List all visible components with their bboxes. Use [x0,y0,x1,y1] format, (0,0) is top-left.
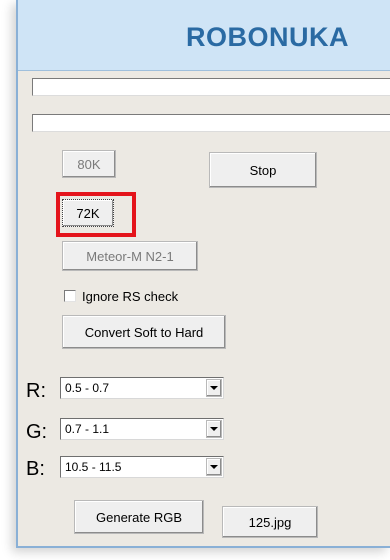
selection-highlight [56,192,136,237]
r-range-value: 0.5 - 0.7 [65,381,110,395]
convert-soft-to-hard-button[interactable]: Convert Soft to Hard [62,315,226,349]
chevron-down-icon[interactable] [206,420,222,438]
r-label: R: [26,380,46,402]
header-banner: ROBONUKA [18,0,390,71]
chevron-down-icon[interactable] [206,458,222,476]
app-title: ROBONUKA [186,22,349,52]
ignore-rs-option[interactable]: Ignore RS check [64,287,178,305]
status-field-1[interactable] [32,78,390,96]
b-label: B: [26,458,45,480]
g-label: G: [26,421,48,443]
image-file-button[interactable]: 125.jpg [222,506,318,538]
meteor-m-button[interactable]: Meteor-M N2-1 [62,241,198,271]
stop-button[interactable]: Stop [209,152,317,188]
g-range-value: 0.7 - 1.1 [65,422,110,436]
g-range-select[interactable]: 0.7 - 1.1 [60,418,224,440]
ignore-rs-checkbox[interactable] [64,290,76,302]
app-window: ROBONUKA 80K Stop 72K Meteor-M N2-1 Igno… [16,0,390,548]
b-range-value: 10.5 - 11.5 [65,460,122,474]
status-field-2[interactable] [32,114,390,132]
ignore-rs-label: Ignore RS check [82,288,179,304]
b-range-select[interactable]: 10.5 - 11.5 [60,456,224,478]
r-range-select[interactable]: 0.5 - 0.7 [60,377,224,399]
generate-rgb-button[interactable]: Generate RGB [74,500,204,534]
chevron-down-icon[interactable] [206,379,222,397]
80k-button[interactable]: 80K [62,150,116,178]
